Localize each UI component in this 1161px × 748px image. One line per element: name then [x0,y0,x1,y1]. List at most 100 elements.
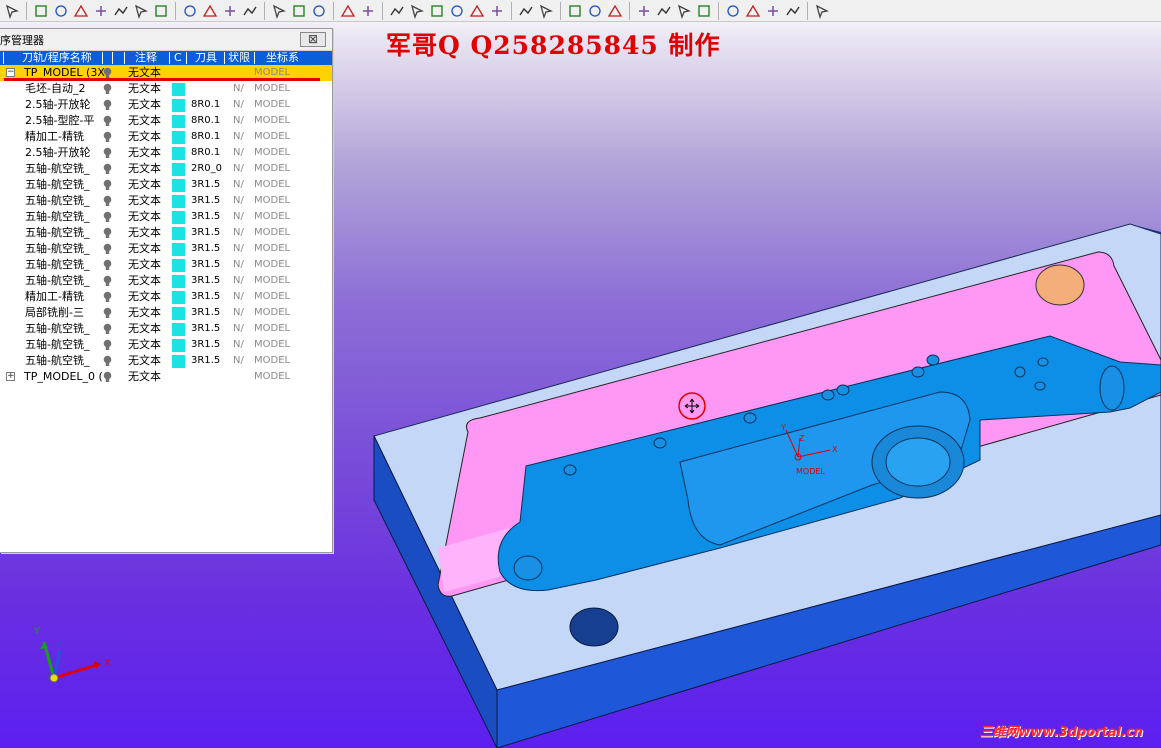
program-tree-row[interactable]: 五轴-航空铣_ 无文本 3R1.5 N/MODEL [0,321,332,337]
row-limit: N/ [233,163,244,174]
visibility-bulb-icon[interactable] [103,211,112,223]
surface-icon[interactable] [428,2,446,20]
axis-icon[interactable] [468,2,486,20]
visibility-bulb-icon[interactable] [103,131,112,143]
program-tree-row[interactable]: 五轴-航空铣_ 无文本 3R1.5 N/MODEL [0,193,332,209]
program-tree-row[interactable]: 毛坯-自动_2 无文本 N/MODEL [0,81,332,97]
col-coord[interactable]: 坐标系 [266,51,299,65]
pick-icon[interactable] [32,2,50,20]
row-name: 五轴-航空铣_ [25,242,90,255]
trim-icon[interactable] [635,2,653,20]
table-icon[interactable] [221,2,239,20]
toolbar-separator [333,1,334,20]
row-coord: MODEL [254,211,291,222]
shaded-icon[interactable] [241,2,259,20]
close-panel-button[interactable]: ⊠ [300,32,326,47]
col-note[interactable]: 注释 [135,51,157,65]
program-tree-row[interactable]: 精加工-精铣 无文本 8R0.1 N/MODEL [0,129,332,145]
program-tree-row[interactable]: 五轴-航空铣_ 无文本 3R1.5 N/MODEL [0,177,332,193]
layer-icon[interactable] [112,2,130,20]
visibility-bulb-icon[interactable] [103,339,112,351]
program-tree-row[interactable]: 五轴-航空铣_ 无文本 3R1.5 N/MODEL [0,209,332,225]
visibility-bulb-icon[interactable] [103,163,112,175]
visibility-bulb-icon[interactable] [103,147,112,159]
coord3-icon[interactable] [537,2,555,20]
program-tree-row[interactable]: + TP_MODEL_0 (无文本 MODEL [0,369,332,385]
visibility-bulb-icon[interactable] [103,259,112,271]
close-icon[interactable] [784,2,802,20]
toolbar-separator [511,1,512,20]
spline-icon[interactable] [586,2,604,20]
program-tree-row[interactable]: 2.5轴-型腔-平 无文本 8R0.1 N/MODEL [0,113,332,129]
box-icon[interactable] [339,2,357,20]
view-icon[interactable] [92,2,110,20]
program-tree-row[interactable]: 五轴-航空铣_ 无文本 2R0_0 N/MODEL [0,161,332,177]
program-tree-row[interactable]: − TP_MODEL (3X 无文本 MODEL [0,65,332,81]
arrow-icon[interactable] [152,2,170,20]
circle-icon[interactable] [270,2,288,20]
link-icon[interactable] [359,2,377,20]
row-tool: 3R1.5 [191,291,221,302]
coord2-icon[interactable] [517,2,535,20]
filter-icon[interactable] [52,2,70,20]
program-tree-row[interactable]: 五轴-航空铣_ 无文本 3R1.5 N/MODEL [0,353,332,369]
swap-icon[interactable] [310,2,328,20]
program-tree-row[interactable]: 五轴-航空铣_ 无文本 3R1.5 N/MODEL [0,241,332,257]
visibility-bulb-icon[interactable] [103,275,112,287]
visibility-bulb-icon[interactable] [103,115,112,127]
program-tree-row[interactable]: 局部铣削-三 无文本 3R1.5 N/MODEL [0,305,332,321]
cross-icon[interactable] [695,2,713,20]
visibility-bulb-icon[interactable] [103,371,112,383]
visibility-bulb-icon[interactable] [103,179,112,191]
group-icon[interactable] [181,2,199,20]
color-swatch [172,243,185,256]
col-name[interactable]: 刀轨/程序名称 [22,51,92,65]
row-name: 五轴-航空铣_ [25,338,90,351]
row-limit: N/ [233,227,244,238]
col-c[interactable]: C [174,51,182,65]
visibility-bulb-icon[interactable] [103,83,112,95]
plane-icon[interactable] [655,2,673,20]
edge-icon[interactable] [448,2,466,20]
visibility-bulb-icon[interactable] [103,195,112,207]
visibility-bulb-icon[interactable] [103,355,112,367]
row-tool: 3R1.5 [191,323,221,334]
col-limit[interactable]: 状限 [228,51,250,65]
visibility-bulb-icon[interactable] [103,227,112,239]
coord-icon[interactable] [488,2,506,20]
angle-icon[interactable] [724,2,742,20]
frame-icon[interactable] [764,2,782,20]
program-tree-row[interactable]: 五轴-航空铣_ 无文本 3R1.5 N/MODEL [0,225,332,241]
visibility-bulb-icon[interactable] [103,323,112,335]
visibility-bulb-icon[interactable] [103,67,112,79]
program-tree-row[interactable]: 2.5轴-开放轮 无文本 8R0.1 N/MODEL [0,145,332,161]
expand-toggle-icon[interactable]: − [6,68,15,77]
program-tree-row[interactable]: 五轴-航空铣_ 无文本 3R1.5 N/MODEL [0,337,332,353]
visibility-bulb-icon[interactable] [103,291,112,303]
path-icon[interactable] [408,2,426,20]
line-icon[interactable] [566,2,584,20]
csys-x-label: X [832,445,838,454]
program-tree-row[interactable]: 五轴-航空铣_ 无文本 3R1.5 N/MODEL [0,273,332,289]
row-note: 无文本 [128,226,161,239]
expand-toggle-icon[interactable]: + [6,372,15,381]
back-icon[interactable] [813,2,831,20]
visibility-bulb-icon[interactable] [103,307,112,319]
database-icon[interactable] [201,2,219,20]
select-icon[interactable] [3,2,21,20]
row-coord: MODEL [254,371,291,382]
program-tree-row[interactable]: 2.5轴-开放轮 无文本 8R0.1 N/MODEL [0,97,332,113]
dimension-icon[interactable] [132,2,150,20]
cursor-icon[interactable] [744,2,762,20]
col-tool[interactable]: 刀具 [195,51,217,65]
arc-icon[interactable] [606,2,624,20]
program-tree-row[interactable]: 精加工-精铣 无文本 3R1.5 N/MODEL [0,289,332,305]
row-coord: MODEL [254,259,291,270]
tool-icon[interactable] [290,2,308,20]
program-tree-row[interactable]: 五轴-航空铣_ 无文本 3R1.5 N/MODEL [0,257,332,273]
visibility-bulb-icon[interactable] [103,99,112,111]
wireframe-icon[interactable] [72,2,90,20]
stroke-icon[interactable] [675,2,693,20]
edit-icon[interactable] [388,2,406,20]
visibility-bulb-icon[interactable] [103,243,112,255]
